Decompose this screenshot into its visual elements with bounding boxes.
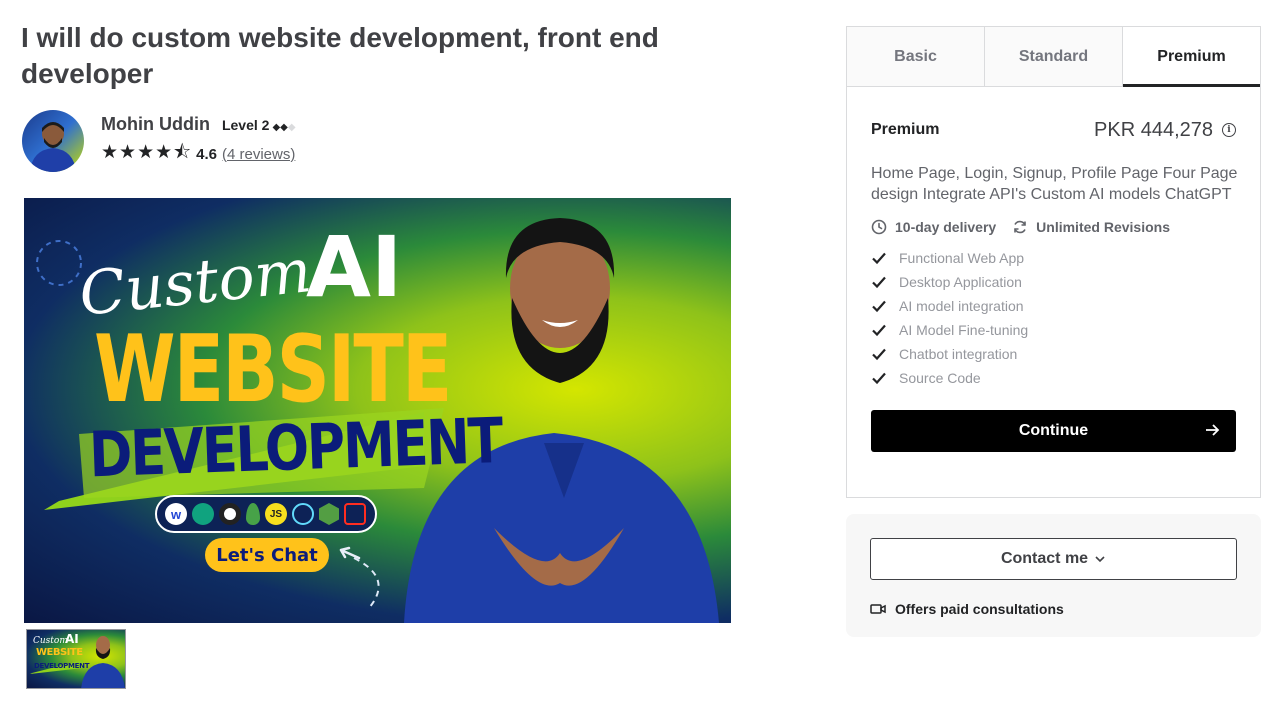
video-camera-icon	[870, 604, 886, 614]
reviews-link[interactable]: (4 reviews)	[222, 146, 295, 163]
nodejs-icon	[319, 503, 339, 525]
feature-label: Functional Web App	[899, 250, 1025, 266]
delivery-time: 10-day delivery	[871, 219, 996, 235]
gallery-main-image[interactable]: Custom AI WEBSITE DEVELOPMENT w JS Let's…	[24, 198, 731, 623]
thumb-development-text: DEVELOPMENT	[34, 662, 90, 670]
package-name: Premium	[871, 121, 940, 138]
level-diamonds-icon: ◆◆◆	[272, 122, 296, 133]
tab-basic[interactable]: Basic	[847, 27, 985, 86]
check-icon	[872, 300, 886, 313]
seller-avatar[interactable]	[22, 110, 84, 172]
feature-item: AI Model Fine-tuning	[871, 318, 1236, 342]
feature-item: Desktop Application	[871, 270, 1236, 294]
delivery-text: 10-day delivery	[895, 219, 997, 235]
feature-label: AI model integration	[899, 298, 1024, 314]
package-price-wrap: PKR 444,278 i	[1094, 119, 1236, 142]
thumb-website-text: WEBSITE	[36, 647, 83, 658]
seller-level-label: Level 2	[221, 117, 270, 133]
hero-lets-chat-button: Let's Chat	[205, 538, 329, 572]
refresh-icon	[1014, 220, 1026, 234]
seller-rating: ★★★★⯪ 4.6 (4 reviews)	[101, 140, 296, 168]
continue-button[interactable]: Continue	[871, 410, 1236, 452]
tab-premium[interactable]: Premium	[1123, 27, 1260, 87]
feature-item: AI model integration	[871, 294, 1236, 318]
openai-icon	[192, 503, 214, 525]
arrow-right-icon	[1206, 424, 1220, 436]
feature-label: Source Code	[899, 370, 981, 386]
hero-website-text: WEBSITE	[94, 316, 452, 424]
contact-card: Contact me Offers paid consultations	[846, 514, 1261, 637]
check-icon	[872, 372, 886, 385]
feature-item: Source Code	[871, 366, 1236, 390]
gig-title: I will do custom website development, fr…	[21, 22, 659, 89]
continue-label: Continue	[1018, 422, 1089, 439]
seller-name[interactable]: Mohin Uddin	[101, 114, 210, 135]
seller-overview: Mohin Uddin Level 2 ◆◆◆ ★★★★⯪ 4.6 (4 revi…	[22, 110, 296, 172]
github-icon	[219, 503, 241, 525]
thumb-custom-text: Custom	[33, 636, 68, 646]
clock-icon	[871, 219, 887, 235]
tab-standard[interactable]: Standard	[985, 27, 1123, 86]
package-tabs: Basic Standard Premium	[847, 27, 1260, 87]
arrow-icon	[339, 546, 361, 560]
revisions-text: Unlimited Revisions	[1036, 219, 1170, 235]
check-icon	[872, 276, 886, 289]
tech-stack-pill: w JS	[155, 495, 377, 533]
feature-label: Desktop Application	[899, 274, 1022, 290]
consultation-text: Offers paid consultations	[895, 601, 1064, 617]
feature-item: Functional Web App	[871, 246, 1236, 270]
rating-value: 4.6	[196, 145, 217, 163]
javascript-icon: JS	[265, 503, 287, 525]
info-icon[interactable]: i	[1222, 123, 1236, 137]
paid-consultations: Offers paid consultations	[870, 601, 1064, 617]
hero-ai-text: AI	[306, 218, 403, 316]
react-icon	[292, 503, 314, 525]
mongodb-icon	[246, 503, 260, 525]
check-icon	[872, 348, 886, 361]
package-card: Basic Standard Premium Premium PKR 444,2…	[846, 26, 1261, 498]
webflow-icon: w	[165, 503, 187, 525]
package-description: Home Page, Login, Signup, Profile Page F…	[871, 165, 1238, 203]
check-icon	[872, 252, 886, 265]
gallery-thumbnail[interactable]: Custom AI WEBSITE DEVELOPMENT	[26, 629, 126, 689]
feature-list: Functional Web App Desktop Application A…	[871, 246, 1236, 390]
thumb-ai-text: AI	[65, 632, 79, 646]
hero-development-text: DEVELOPMENT	[88, 405, 503, 492]
check-icon	[872, 324, 886, 337]
feature-label: Chatbot integration	[899, 346, 1018, 362]
feature-item: Chatbot integration	[871, 342, 1236, 366]
contact-me-label: Contact me	[1000, 550, 1089, 567]
laravel-icon	[344, 503, 366, 525]
chevron-down-icon	[1095, 556, 1105, 563]
package-price: PKR 444,278	[1094, 118, 1213, 141]
revisions: Unlimited Revisions	[1012, 219, 1170, 235]
rating-stars-icon: ★★★★⯪	[101, 142, 193, 163]
seller-level-badge: Level 2 ◆◆◆	[222, 117, 296, 133]
contact-me-button[interactable]: Contact me	[870, 538, 1237, 580]
feature-label: AI Model Fine-tuning	[899, 322, 1029, 338]
